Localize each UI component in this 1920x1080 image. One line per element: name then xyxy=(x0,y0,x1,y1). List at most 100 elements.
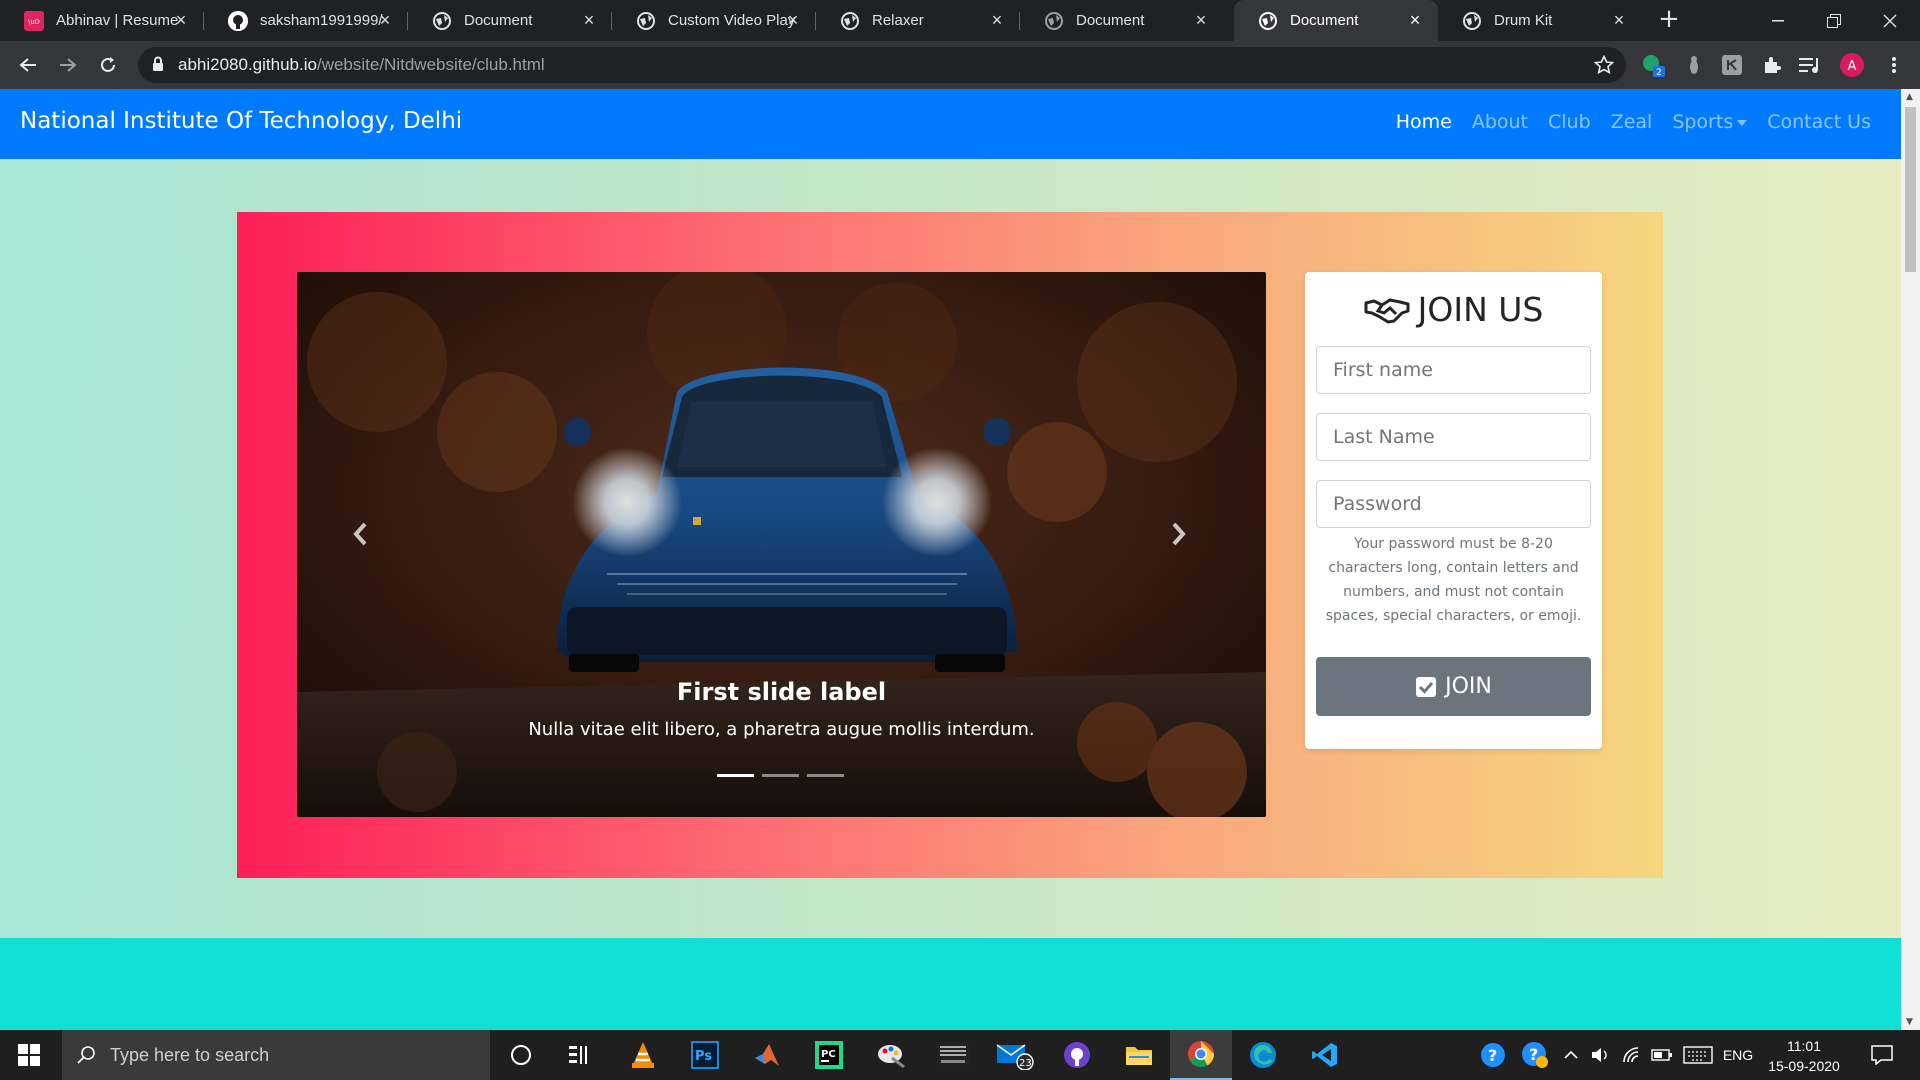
tab-document-2[interactable]: Document × xyxy=(1020,0,1224,41)
close-window-button[interactable] xyxy=(1862,0,1918,41)
globe-icon xyxy=(1258,11,1278,31)
extensions-puzzle-icon[interactable] xyxy=(1758,51,1786,79)
github-desktop-icon[interactable] xyxy=(1046,1030,1108,1080)
extension-grey-icon[interactable] xyxy=(1680,51,1708,79)
tab-github[interactable]: saksham1991999/ × xyxy=(204,0,408,41)
nav-club[interactable]: Club xyxy=(1548,111,1591,133)
site-navbar: National Institute Of Technology, Delhi … xyxy=(0,89,1901,159)
vlc-icon[interactable] xyxy=(612,1030,674,1080)
scroll-up-arrow-icon[interactable]: ▲ xyxy=(1906,92,1913,102)
svg-text:\u0026: \u0026 xyxy=(28,18,40,25)
nav-sports-dropdown[interactable]: Sports xyxy=(1672,111,1748,133)
url-path: /website/Nitdwebsite/club.html xyxy=(316,55,545,74)
tab-title: Relaxer xyxy=(872,12,924,29)
tab-resume[interactable]: \u0026 Abhinav | Resume × xyxy=(0,0,204,41)
indicator-1[interactable] xyxy=(717,774,754,777)
close-tab-icon[interactable]: × xyxy=(1406,11,1424,29)
nav-zeal[interactable]: Zeal xyxy=(1611,111,1653,133)
first-name-input[interactable] xyxy=(1316,346,1591,394)
matlab-icon[interactable] xyxy=(736,1030,798,1080)
globe-icon xyxy=(840,11,860,31)
close-tab-icon[interactable]: × xyxy=(580,11,598,29)
address-bar[interactable]: abhi2080.github.io/website/Nitdwebsite/c… xyxy=(138,47,1626,83)
tab-relaxer[interactable]: Relaxer × xyxy=(816,0,1020,41)
task-view-icon[interactable] xyxy=(548,1030,610,1080)
page-viewport: National Institute Of Technology, Delhi … xyxy=(0,89,1901,1030)
close-tab-icon[interactable]: × xyxy=(784,11,802,29)
join-button[interactable]: JOIN xyxy=(1316,657,1591,716)
nav-about[interactable]: About xyxy=(1472,111,1528,133)
image-carousel[interactable]: First slide label Nulla vitae elit liber… xyxy=(297,272,1266,817)
battery-icon[interactable] xyxy=(1648,1030,1676,1080)
tab-custom-video[interactable]: Custom Video Play × xyxy=(612,0,816,41)
vscode-icon[interactable] xyxy=(1294,1030,1356,1080)
nav-contact[interactable]: Contact Us xyxy=(1767,111,1871,133)
notifications-icon[interactable] xyxy=(1862,1030,1902,1080)
volume-icon[interactable] xyxy=(1586,1030,1614,1080)
language-indicator[interactable]: ENG xyxy=(1718,1030,1758,1080)
nav-home[interactable]: Home xyxy=(1396,111,1452,133)
scrollbar-thumb[interactable] xyxy=(1905,107,1916,272)
carousel-next-button[interactable] xyxy=(1171,522,1211,562)
pycharm-icon[interactable]: PC xyxy=(798,1030,860,1080)
extension-badge: 2 xyxy=(1656,68,1662,78)
hero-section: First slide label Nulla vitae elit liber… xyxy=(237,212,1663,878)
tab-document-1[interactable]: Document × xyxy=(408,0,612,41)
extension-green-icon[interactable]: 2 xyxy=(1640,51,1668,79)
join-heading-text: JOIN US xyxy=(1417,290,1544,329)
help-icon[interactable]: ? xyxy=(1475,1030,1511,1080)
mail-icon[interactable]: 23 xyxy=(984,1030,1046,1080)
extension-box-icon[interactable] xyxy=(1718,51,1746,79)
lock-icon[interactable] xyxy=(152,56,164,76)
cortana-icon[interactable] xyxy=(490,1030,552,1080)
restore-button[interactable] xyxy=(1806,0,1862,41)
profile-avatar[interactable]: A xyxy=(1838,51,1866,79)
taskbar-search-box[interactable]: Type here to search xyxy=(62,1030,490,1080)
tab-drum-kit[interactable]: Drum Kit × xyxy=(1438,0,1642,41)
windows-start-icon[interactable] xyxy=(18,1044,40,1070)
svg-text:Ps: Ps xyxy=(695,1049,712,1064)
close-tab-icon[interactable]: × xyxy=(1192,11,1210,29)
taskbar-clock[interactable]: 11:01 15-09-2020 xyxy=(1762,1036,1846,1076)
last-name-input[interactable] xyxy=(1316,413,1591,461)
taskbar-search-placeholder: Type here to search xyxy=(110,1044,270,1065)
indicator-3[interactable] xyxy=(807,774,844,777)
nav-links: Home About Club Zeal Sports Contact Us xyxy=(1396,111,1871,133)
edge-icon[interactable] xyxy=(1232,1030,1294,1080)
new-tab-button[interactable]: + xyxy=(1655,6,1683,34)
password-input[interactable] xyxy=(1316,480,1591,528)
clock-time: 11:01 xyxy=(1787,1038,1821,1054)
chrome-icon[interactable] xyxy=(1170,1030,1232,1080)
photoshop-icon[interactable]: Ps xyxy=(674,1030,736,1080)
browser-toolbar: abhi2080.github.io/website/Nitdwebsite/c… xyxy=(0,41,1920,89)
close-tab-icon[interactable]: × xyxy=(172,11,190,29)
media-control-icon[interactable] xyxy=(1796,51,1824,79)
scroll-down-arrow-icon[interactable]: ▼ xyxy=(1906,1017,1913,1027)
tab-document-active[interactable]: Document × xyxy=(1234,0,1438,41)
file-explorer-icon[interactable] xyxy=(1108,1030,1170,1080)
keyboard-icon[interactable] xyxy=(1680,1030,1716,1080)
show-hidden-icons-chevron-icon[interactable] xyxy=(1558,1030,1584,1080)
minimize-button[interactable] xyxy=(1750,0,1806,41)
tab-title: Abhinav | Resume xyxy=(56,12,179,29)
site-brand[interactable]: National Institute Of Technology, Delhi xyxy=(20,108,462,134)
reload-icon[interactable] xyxy=(94,51,122,79)
bookmark-star-icon[interactable] xyxy=(1593,54,1615,79)
windows-taskbar: Type here to search Ps PC 23 ? ? ENG 11:… xyxy=(0,1030,1920,1080)
url-text: abhi2080.github.io/website/Nitdwebsite/c… xyxy=(178,55,545,75)
close-tab-icon[interactable]: × xyxy=(988,11,1006,29)
carousel-prev-button[interactable] xyxy=(352,522,392,562)
paint-icon[interactable] xyxy=(860,1030,922,1080)
help-alert-icon[interactable]: ? xyxy=(1517,1030,1553,1080)
url-host: abhi2080.github.io xyxy=(178,55,317,74)
menu-kebab-icon[interactable] xyxy=(1880,51,1908,79)
forward-icon[interactable] xyxy=(54,51,82,79)
page-scrollbar[interactable]: ▲ ▼ xyxy=(1901,89,1920,1030)
close-tab-icon[interactable]: × xyxy=(1610,11,1628,29)
close-tab-icon[interactable]: × xyxy=(376,11,394,29)
join-form-card: JOIN US Your password must be 8-20 chara… xyxy=(1305,272,1602,749)
back-icon[interactable] xyxy=(14,51,42,79)
indicator-2[interactable] xyxy=(762,774,799,777)
app-dark-icon[interactable] xyxy=(922,1030,984,1080)
wifi-icon[interactable] xyxy=(1618,1030,1646,1080)
